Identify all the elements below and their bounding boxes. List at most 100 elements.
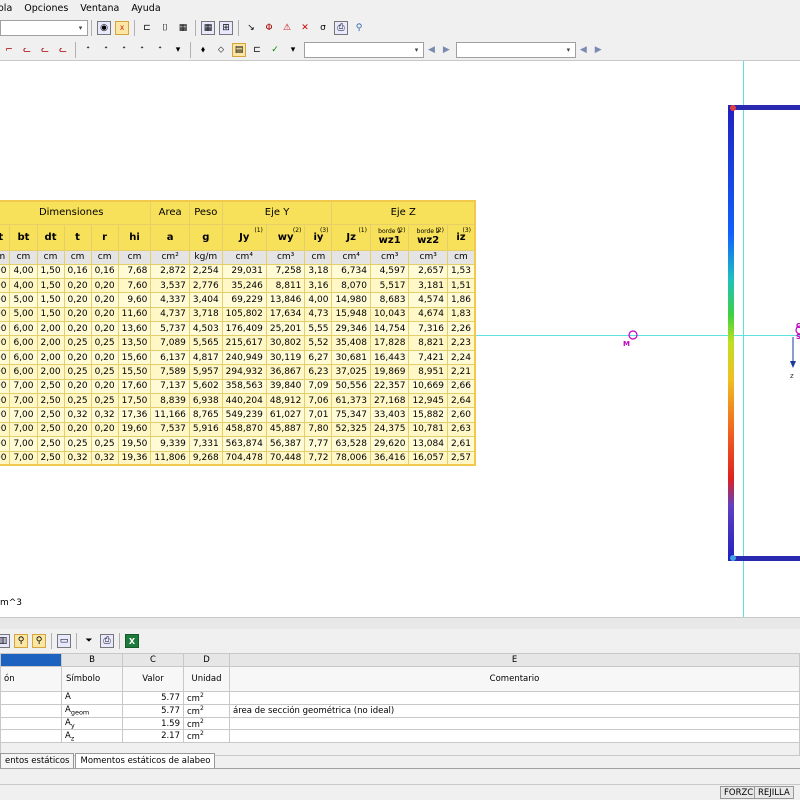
- delete-icon[interactable]: ✕: [298, 21, 312, 35]
- grid-cell-description[interactable]: [0, 703, 62, 718]
- table-cell: 39,840: [265, 378, 306, 395]
- section-tool-icon[interactable]: ▦: [176, 21, 190, 35]
- toolbar-combo-left[interactable]: ▾: [0, 20, 88, 36]
- color-dropdown-icon[interactable]: ▾: [286, 43, 300, 57]
- menu-item-ayuda[interactable]: Ayuda: [131, 3, 160, 14]
- column-d-header[interactable]: D: [183, 653, 230, 667]
- status-rejilla-button[interactable]: REJILLA: [754, 786, 794, 799]
- color-scale-icon[interactable]: ✓: [268, 43, 282, 57]
- grid-cell-description[interactable]: [0, 691, 62, 705]
- grid-cell-symbol[interactable]: Ay: [61, 716, 123, 731]
- grid-cell-comment[interactable]: [229, 729, 800, 744]
- tab-momentos-estaticos[interactable]: entos estáticos: [0, 753, 75, 768]
- table-cell: 61,373: [331, 393, 371, 409]
- tab-momentos-estaticos-alabeo[interactable]: Momentos estáticos de alabeo: [75, 753, 216, 768]
- paint-icon[interactable]: ⬧: [196, 43, 210, 57]
- drawing-canvas[interactable]: Dimensiones Area Peso Eje Y Eje Z t bt dt t…: [0, 61, 800, 617]
- section-view-icon[interactable]: ▤: [232, 42, 246, 57]
- table-cell: 2,50: [36, 421, 65, 438]
- link-icon[interactable]: ⚲: [352, 21, 366, 35]
- draw-icon[interactable]: ᓚ: [38, 43, 52, 57]
- export-icon[interactable]: ⎙: [334, 21, 348, 35]
- grid-cell-comment[interactable]: [229, 691, 800, 705]
- filter-icon[interactable]: ⚲: [14, 634, 28, 648]
- column-b-header[interactable]: B: [61, 653, 123, 667]
- menu-item-ola[interactable]: ola: [0, 3, 12, 14]
- dimension-dropdown-icon[interactable]: ▾: [171, 43, 185, 57]
- next-arrow-icon[interactable]: ▶: [595, 45, 602, 55]
- table-cell: 5,52: [304, 335, 333, 351]
- grid-cell-symbol[interactable]: Az: [61, 729, 123, 744]
- grid-icon[interactable]: ▦: [201, 21, 215, 35]
- view-icon[interactable]: ◉: [97, 21, 111, 35]
- table-icon[interactable]: ▥: [0, 634, 10, 648]
- table-cell: 5,00: [9, 306, 38, 323]
- dimension-icon[interactable]: ᐩ: [99, 43, 113, 57]
- material-icon[interactable]: σ: [316, 21, 330, 35]
- symbol-header: borde 2 wz2 (2): [408, 223, 448, 251]
- load-case-combo[interactable]: ▾: [455, 41, 576, 58]
- group-eje-y: Eje Y: [221, 200, 333, 225]
- prev-arrow-icon[interactable]: ◀: [428, 45, 435, 55]
- filter-funnel-icon[interactable]: ⏷: [82, 634, 96, 648]
- prev-arrow-icon[interactable]: ◀: [580, 45, 587, 55]
- grid-snap-icon[interactable]: ⊞: [219, 21, 233, 35]
- grid-cell-comment[interactable]: [229, 716, 800, 731]
- status-forzc-button[interactable]: FORZC: [720, 786, 758, 799]
- dimension-icon[interactable]: ᐩ: [153, 43, 167, 57]
- dimension-icon[interactable]: ᐩ: [81, 43, 95, 57]
- grid-cell-symbol[interactable]: A: [61, 691, 123, 705]
- grid-cell-unit[interactable]: cm2: [183, 703, 230, 718]
- grid-cell-value[interactable]: 5.77: [122, 691, 184, 705]
- sheet-tabs: entos estáticos Momentos estáticos de al…: [0, 753, 800, 769]
- results-combo[interactable]: ▾: [304, 41, 424, 58]
- dimension-icon[interactable]: ᐩ: [135, 43, 149, 57]
- grid-cell-value[interactable]: 5.77: [122, 703, 184, 718]
- draw-icon[interactable]: ⌐: [2, 43, 16, 57]
- warning-icon[interactable]: ⚠: [280, 21, 294, 35]
- excel-icon[interactable]: X: [125, 634, 139, 648]
- unit-text: cm: [187, 693, 200, 704]
- section-tool-icon[interactable]: ⊏: [140, 21, 154, 35]
- dimension-icon[interactable]: ᐩ: [117, 43, 131, 57]
- table-cell: 4,00: [304, 292, 333, 308]
- table-cell: 7,01: [304, 407, 333, 423]
- xaxis-icon[interactable]: X: [115, 21, 129, 35]
- section-tool-icon[interactable]: ⌷: [158, 21, 172, 35]
- bracket-icon[interactable]: ⊏: [250, 43, 264, 57]
- grid-cell-unit[interactable]: cm2: [183, 729, 230, 744]
- grid-cell-description[interactable]: [0, 729, 62, 744]
- column-c-header[interactable]: C: [122, 653, 184, 667]
- table-row: 004,001,500,160,167,682,8722,25429,0317,…: [0, 263, 476, 279]
- pane-splitter[interactable]: [0, 617, 800, 629]
- rotate-icon[interactable]: Φ: [262, 21, 276, 35]
- grid-cell-unit[interactable]: cm2: [183, 716, 230, 731]
- grid-row: A 5.77 cm2: [0, 691, 800, 705]
- grid-cell-unit[interactable]: cm2: [183, 691, 230, 705]
- filter-icon[interactable]: ⚲: [32, 634, 46, 648]
- grid-cell-value[interactable]: 1.59: [122, 716, 184, 731]
- menu-item-ventana[interactable]: Ventana: [80, 3, 119, 14]
- table-cell: 0,20: [90, 277, 119, 294]
- table-row: 007,002,500,200,2019,607,5375,916458,870…: [0, 421, 476, 438]
- grid-cell-symbol[interactable]: Ageom: [61, 703, 123, 718]
- column-e-header[interactable]: E: [229, 653, 800, 667]
- column-a-header[interactable]: [0, 653, 62, 667]
- draw-icon[interactable]: ᓚ: [56, 43, 70, 57]
- grid-cell-value[interactable]: 2.17: [122, 729, 184, 744]
- table-row: 005,001,500,200,2011,604,7373,718105,802…: [0, 306, 476, 323]
- unit-header: cm³: [369, 249, 410, 265]
- table-cell: 5,517: [369, 277, 410, 294]
- render-icon[interactable]: ⬦: [214, 43, 228, 57]
- draw-icon[interactable]: ᓚ: [20, 43, 34, 57]
- units-icon[interactable]: ▭: [57, 634, 71, 648]
- table-cell: 00: [0, 421, 11, 438]
- node-icon[interactable]: ↘: [244, 21, 258, 35]
- next-arrow-icon[interactable]: ▶: [443, 45, 450, 55]
- grid-cell-comment[interactable]: área de sección geométrica (no ideal): [229, 703, 800, 718]
- print-icon[interactable]: ⎙: [100, 634, 114, 648]
- table-cell: 0,20: [63, 349, 92, 366]
- table-cell: 5,565: [188, 335, 223, 351]
- grid-cell-description[interactable]: [0, 716, 62, 731]
- menu-item-opciones[interactable]: Opciones: [24, 3, 68, 14]
